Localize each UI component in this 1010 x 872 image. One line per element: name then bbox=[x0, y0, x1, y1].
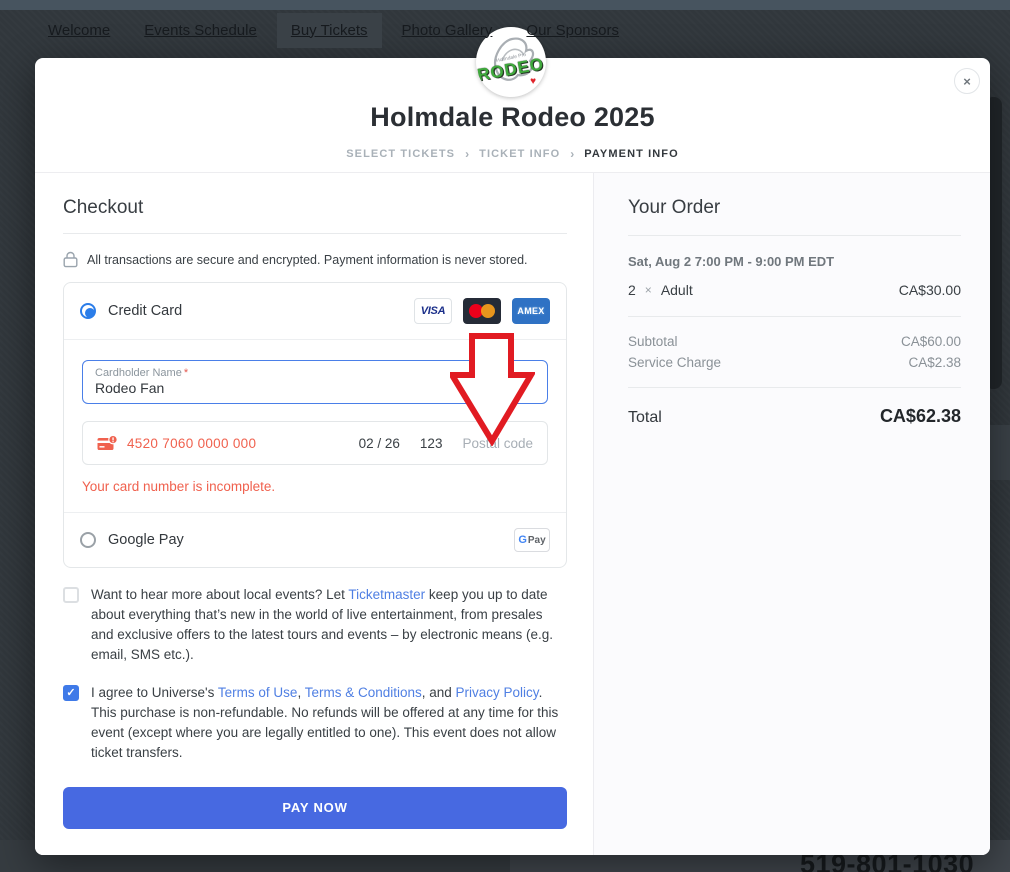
amex-icon: AMEX bbox=[512, 298, 550, 324]
chevron-right-icon: › bbox=[465, 147, 469, 161]
nav-item-our-sponsors[interactable]: Our Sponsors bbox=[526, 22, 619, 39]
checkout-panel: Checkout All transactions are secure and… bbox=[35, 173, 593, 855]
marketing-checkbox[interactable] bbox=[63, 587, 79, 603]
terms-text-2: , bbox=[297, 685, 304, 700]
method-google-pay[interactable]: Google Pay GPay bbox=[64, 512, 566, 567]
secure-note-text: All transactions are secure and encrypte… bbox=[87, 253, 528, 267]
cardholder-label-text: Cardholder Name bbox=[95, 367, 182, 379]
card-error-icon bbox=[97, 435, 118, 452]
terms-text-1: I agree to Universe's bbox=[91, 685, 218, 700]
browser-top-strip bbox=[0, 0, 1010, 10]
card-number-input[interactable]: 4520 7060 0000 000 bbox=[127, 436, 256, 451]
ticketmaster-link[interactable]: Ticketmaster bbox=[348, 587, 425, 602]
close-icon: × bbox=[963, 74, 971, 89]
nav-item-welcome[interactable]: Welcome bbox=[48, 22, 110, 39]
total-value: CA$62.38 bbox=[880, 406, 961, 427]
secure-note: All transactions are secure and encrypte… bbox=[63, 251, 567, 268]
lock-icon bbox=[63, 251, 78, 268]
cardholder-name-field[interactable]: Cardholder Name* Rodeo Fan bbox=[82, 360, 548, 404]
marketing-text: Want to hear more about local events? Le… bbox=[91, 585, 567, 665]
card-meta-section: 02 / 26 123 Postal code bbox=[359, 436, 533, 451]
nav-item-events-schedule[interactable]: Events Schedule bbox=[144, 22, 257, 39]
privacy-policy-link[interactable]: Privacy Policy bbox=[456, 685, 539, 700]
step-ticket-info: TICKET INFO bbox=[479, 148, 560, 160]
gpay-g-glyph: G bbox=[518, 534, 527, 546]
total-label: Total bbox=[628, 409, 662, 427]
service-charge-label: Service Charge bbox=[628, 355, 721, 370]
nav-item-buy-tickets[interactable]: Buy Tickets bbox=[277, 13, 382, 48]
visa-icon: VISA bbox=[414, 298, 452, 324]
gpay-pay-text: Pay bbox=[528, 535, 546, 546]
terms-text: I agree to Universe's Terms of Use, Term… bbox=[91, 683, 567, 763]
divider bbox=[628, 387, 961, 388]
item-qty: 2 bbox=[628, 282, 636, 298]
subtotal-value: CA$60.00 bbox=[901, 334, 961, 349]
order-panel: Your Order Sat, Aug 2 7:00 PM - 9:00 PM … bbox=[593, 173, 990, 855]
credit-card-radio[interactable] bbox=[80, 303, 96, 319]
card-brand-badges: VISA AMEX bbox=[414, 298, 550, 324]
order-heading: Your Order bbox=[628, 197, 961, 219]
terms-checkbox[interactable]: ✓ bbox=[63, 685, 79, 701]
payment-methods: Credit Card VISA AMEX Cardholder Name* R… bbox=[63, 282, 567, 568]
chevron-right-icon: › bbox=[570, 147, 574, 161]
cardholder-name-value[interactable]: Rodeo Fan bbox=[95, 380, 535, 396]
card-error-message: Your card number is incomplete. bbox=[82, 479, 548, 494]
order-session: Sat, Aug 2 7:00 PM - 9:00 PM EDT bbox=[628, 254, 961, 269]
service-charge-value: CA$2.38 bbox=[908, 355, 961, 370]
postal-code-input[interactable]: Postal code bbox=[462, 436, 533, 451]
multiply-icon: × bbox=[645, 283, 652, 297]
terms-of-use-link[interactable]: Terms of Use bbox=[218, 685, 298, 700]
total-row: Total CA$62.38 bbox=[628, 406, 961, 427]
modal-body: Checkout All transactions are secure and… bbox=[35, 172, 990, 855]
credit-card-label: Credit Card bbox=[108, 303, 414, 319]
marketing-optin-row: Want to hear more about local events? Le… bbox=[63, 585, 567, 665]
check-icon: ✓ bbox=[66, 685, 75, 701]
mastercard-icon bbox=[463, 298, 501, 324]
item-price: CA$30.00 bbox=[899, 282, 961, 298]
expiry-input[interactable]: 02 / 26 bbox=[359, 436, 400, 451]
google-pay-label: Google Pay bbox=[108, 532, 514, 548]
marketing-text-1: Want to hear more about local events? Le… bbox=[91, 587, 348, 602]
subtotal-row: Subtotal CA$60.00 bbox=[628, 334, 961, 349]
required-asterisk: * bbox=[184, 367, 188, 379]
step-select-tickets: SELECT TICKETS bbox=[346, 148, 455, 160]
card-number-section[interactable]: 4520 7060 0000 000 bbox=[97, 435, 359, 452]
divider bbox=[628, 316, 961, 317]
nav-item-photo-gallery[interactable]: Photo Gallery bbox=[402, 22, 493, 39]
service-charge-row: Service Charge CA$2.38 bbox=[628, 355, 961, 370]
checkout-modal: Holmdale Pro RODEO ♥ × Holmdale Rodeo 20… bbox=[35, 58, 990, 855]
event-title: Holmdale Rodeo 2025 bbox=[35, 102, 990, 133]
google-pay-radio[interactable] bbox=[80, 532, 96, 548]
item-name: Adult bbox=[661, 282, 693, 298]
pay-now-button[interactable]: PAY NOW bbox=[63, 787, 567, 829]
checkout-heading: Checkout bbox=[63, 197, 567, 219]
gpay-icon: GPay bbox=[514, 528, 550, 552]
order-line-item: 2 × Adult CA$30.00 bbox=[628, 282, 961, 298]
card-form: Cardholder Name* Rodeo Fan bbox=[64, 340, 566, 512]
cardholder-name-label: Cardholder Name* bbox=[95, 367, 535, 379]
method-credit-card[interactable]: Credit Card VISA AMEX bbox=[64, 283, 566, 340]
heart-icon: ♥ bbox=[530, 76, 536, 87]
checkout-steps: SELECT TICKETS › TICKET INFO › PAYMENT I… bbox=[35, 147, 990, 161]
subtotal-label: Subtotal bbox=[628, 334, 678, 349]
step-payment-info: PAYMENT INFO bbox=[584, 148, 679, 160]
card-details-field[interactable]: 4520 7060 0000 000 02 / 26 123 Postal co… bbox=[82, 421, 548, 465]
terms-conditions-link[interactable]: Terms & Conditions bbox=[305, 685, 422, 700]
cvc-input[interactable]: 123 bbox=[420, 436, 443, 451]
divider bbox=[63, 233, 567, 234]
terms-text-3: , and bbox=[422, 685, 456, 700]
terms-row: ✓ I agree to Universe's Terms of Use, Te… bbox=[63, 683, 567, 763]
divider bbox=[628, 235, 961, 236]
close-button[interactable]: × bbox=[954, 68, 980, 94]
